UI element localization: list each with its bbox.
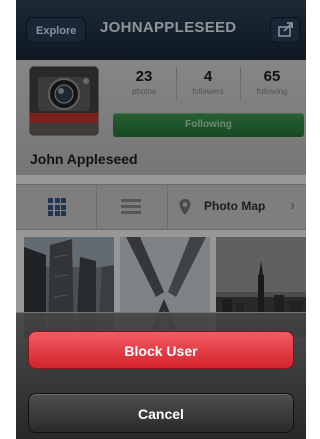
app-screen: Explore JOHNAPPLESEED 23 photos 4 follow… [16,0,306,439]
block-user-button[interactable]: Block User [28,331,294,369]
action-sheet: Block User Cancel [16,312,306,439]
cancel-button[interactable]: Cancel [28,393,294,433]
